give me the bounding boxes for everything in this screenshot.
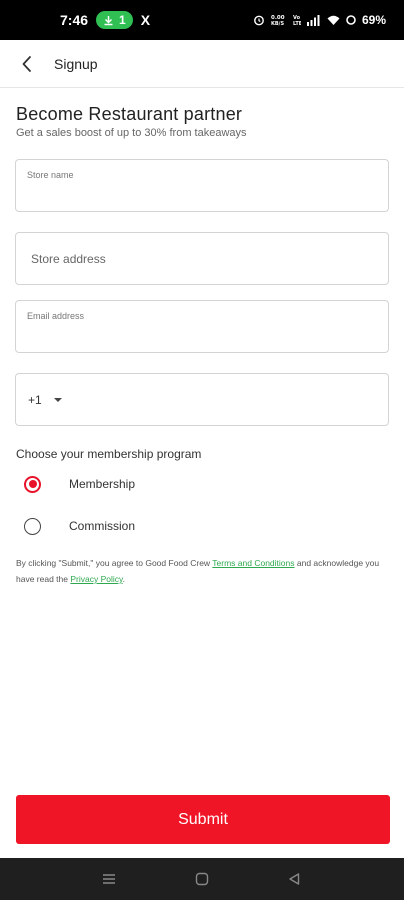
privacy-link[interactable]: Privacy Policy	[70, 574, 122, 584]
back-button[interactable]	[14, 51, 40, 77]
status-time: 7:46	[60, 12, 89, 28]
terms-suffix: .	[122, 574, 126, 584]
svg-text:KB/S: KB/S	[271, 21, 285, 26]
volte-icon: Vo LTE	[293, 15, 301, 26]
store-name-field[interactable]: Store name	[15, 159, 389, 212]
email-field[interactable]: Email address	[15, 300, 389, 353]
commission-radio[interactable]	[24, 517, 41, 535]
pill-count: 1	[119, 13, 126, 27]
home-square-icon	[195, 872, 209, 886]
chevron-left-icon	[22, 55, 31, 72]
svg-text:LTE: LTE	[293, 21, 301, 26]
network-speed-icon: 0.00 KB/S	[271, 15, 285, 26]
membership-option-label: Membership	[69, 477, 136, 491]
country-code[interactable]: +1	[28, 393, 42, 407]
alarm-icon	[254, 15, 264, 26]
wifi-icon	[327, 15, 340, 25]
page-subtitle: Get a sales boost of up to 30% from take…	[16, 127, 247, 139]
notification-pill: 1	[96, 11, 133, 29]
menu-icon	[103, 874, 115, 884]
store-name-label: Store name	[27, 170, 74, 180]
terms-link[interactable]: Terms and Conditions	[212, 558, 294, 568]
phone-field[interactable]: +1	[15, 373, 389, 426]
submit-button[interactable]: Submit	[16, 795, 390, 844]
page-title: Become Restaurant partner	[16, 104, 243, 124]
store-address-field[interactable]: Store address	[15, 232, 389, 285]
system-nav-bar	[0, 858, 404, 900]
signal-icon	[306, 15, 320, 26]
caret-down-icon[interactable]	[53, 397, 62, 402]
terms-prefix: By clicking "Submit," you agree to Good …	[16, 558, 211, 568]
membership-section-label: Choose your membership program	[16, 447, 202, 461]
membership-option[interactable]: Membership	[24, 472, 324, 496]
commission-option[interactable]: Commission	[24, 514, 324, 538]
membership-radio[interactable]	[24, 475, 41, 493]
commission-option-label: Commission	[69, 519, 136, 533]
download-icon	[104, 15, 113, 25]
terms-text: By clicking "Submit," you agree to Good …	[16, 555, 388, 587]
store-address-placeholder: Store address	[31, 252, 106, 266]
email-label: Email address	[27, 311, 85, 321]
x-app-icon: X	[140, 12, 151, 28]
status-bar: 7:46 1 X 0.00 KB/S Vo LTE 69%	[0, 0, 404, 40]
battery-percent: 69%	[361, 13, 386, 27]
nav-recents-button[interactable]	[99, 869, 119, 889]
battery-icon	[346, 15, 356, 25]
nav-back-button[interactable]	[284, 869, 304, 889]
status-right-icons: 0.00 KB/S Vo LTE 69%	[253, 13, 386, 27]
screen: 7:46 1 X 0.00 KB/S Vo LTE 69% Signup Bec…	[0, 0, 404, 900]
nav-home-button[interactable]	[192, 869, 212, 889]
back-triangle-icon	[289, 873, 300, 885]
app-header: Signup	[0, 40, 404, 88]
header-title: Signup	[54, 55, 98, 72]
